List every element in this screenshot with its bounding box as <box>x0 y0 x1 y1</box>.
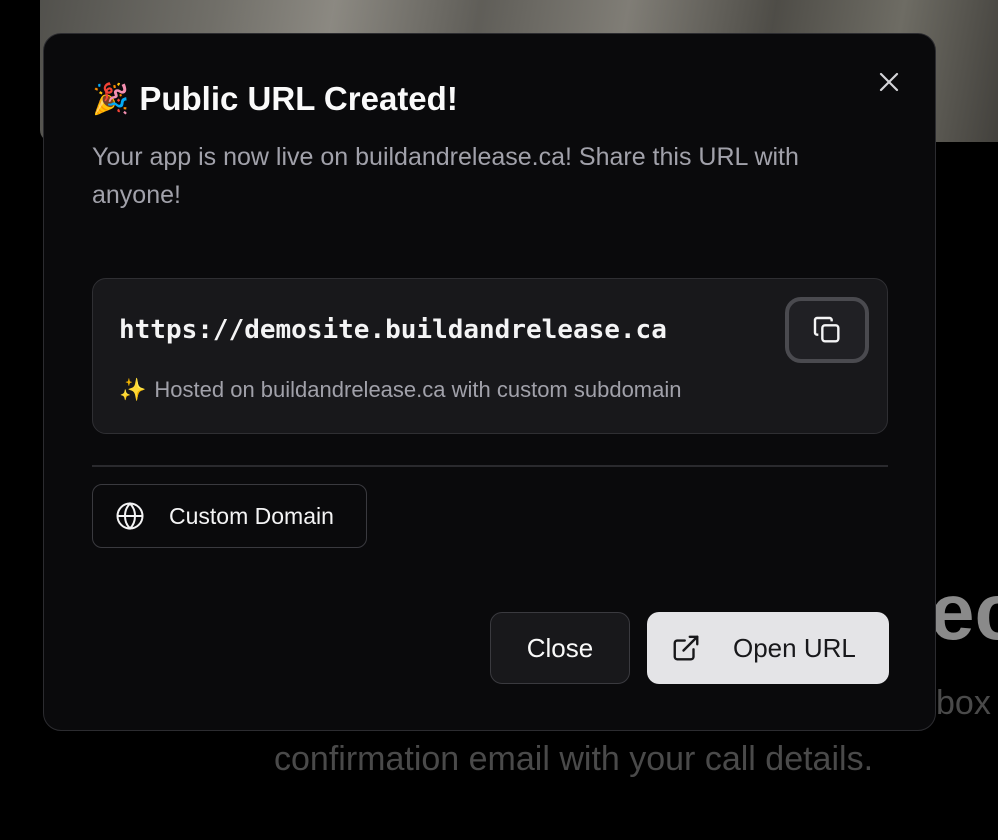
custom-domain-button[interactable]: Custom Domain <box>92 484 367 548</box>
party-popper-icon: 🎉 <box>92 82 130 116</box>
external-link-icon <box>673 635 699 661</box>
close-dialog-button[interactable] <box>875 68 903 96</box>
public-url-text[interactable]: https://demosite.buildandrelease.ca <box>119 315 667 345</box>
globe-icon <box>116 502 144 530</box>
copy-url-button[interactable] <box>785 297 869 363</box>
sparkles-icon: ✨ <box>119 377 147 402</box>
close-icon <box>879 72 899 92</box>
custom-domain-label: Custom Domain <box>169 502 334 529</box>
background-heading: ec <box>930 567 998 656</box>
dialog-description: Your app is now live on buildandrelease.… <box>92 143 799 209</box>
hosting-note-text: Hosted on buildandrelease.ca with custom… <box>154 377 682 402</box>
dialog-title: 🎉 Public URL Created! <box>92 80 458 118</box>
hosting-note: ✨ Hosted on buildandrelease.ca with cust… <box>119 377 682 403</box>
background-text-line-2: confirmation email with your call detail… <box>274 740 874 778</box>
close-button[interactable]: Close <box>490 612 630 684</box>
divider <box>92 465 888 467</box>
open-url-label: Open URL <box>733 632 856 663</box>
copy-icon <box>813 316 840 343</box>
public-url-dialog: 🎉 Public URL Created! Your app is now li… <box>43 33 936 731</box>
url-card: https://demosite.buildandrelease.ca ✨ Ho… <box>92 278 888 434</box>
dialog-title-text: Public URL Created! <box>139 80 458 117</box>
background-text-line-1: box <box>936 684 991 722</box>
open-url-button[interactable]: Open URL <box>647 612 889 684</box>
